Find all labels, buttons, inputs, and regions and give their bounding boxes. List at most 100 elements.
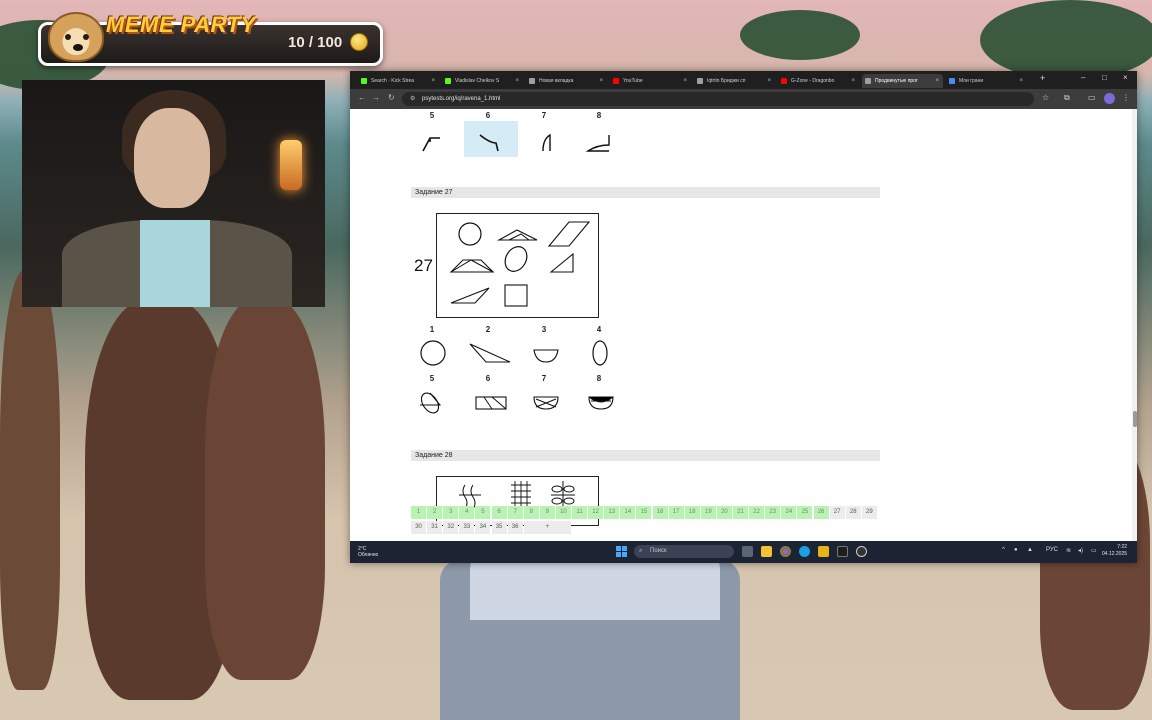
language-indicator[interactable]: РУС bbox=[1046, 547, 1058, 553]
app-icon[interactable] bbox=[818, 546, 829, 557]
question-nav-cell[interactable]: 25 bbox=[797, 506, 813, 519]
question-nav-cell[interactable]: 18 bbox=[684, 506, 700, 519]
question-nav-cell[interactable]: 6 bbox=[491, 506, 507, 519]
tray-chevron-icon[interactable]: ^ bbox=[1002, 547, 1005, 553]
question-nav-cell[interactable]: 27 bbox=[829, 506, 845, 519]
scrollbar-thumb[interactable] bbox=[1133, 411, 1137, 427]
tab-close-icon[interactable]: × bbox=[851, 74, 855, 88]
tab-close-icon[interactable]: × bbox=[431, 74, 435, 88]
question-nav-cell[interactable]: 8 bbox=[523, 506, 539, 519]
question-nav-cell[interactable]: 3 bbox=[443, 506, 459, 519]
question-nav-cell[interactable]: 28 bbox=[845, 506, 861, 519]
answer-option-5[interactable] bbox=[406, 121, 460, 157]
task-view-icon[interactable] bbox=[742, 546, 753, 557]
task-27-option-6[interactable] bbox=[462, 385, 516, 421]
question-nav-cell[interactable]: 15 bbox=[636, 506, 652, 519]
question-nav-cell[interactable]: 19 bbox=[700, 506, 716, 519]
sidebar-icon[interactable]: ▭ bbox=[1088, 93, 1096, 102]
menu-icon[interactable]: ⋮ bbox=[1122, 93, 1130, 102]
tray-app-icon[interactable]: ▲ bbox=[1027, 547, 1033, 553]
browser-tab[interactable]: Search · Kick Strea × bbox=[358, 74, 439, 88]
question-nav-cell[interactable]: 2 bbox=[427, 506, 443, 519]
answer-option-7[interactable] bbox=[520, 121, 574, 157]
question-nav-cell[interactable]: 13 bbox=[604, 506, 620, 519]
task-27-option-7[interactable] bbox=[518, 385, 572, 421]
maximize-button[interactable]: □ bbox=[1102, 73, 1107, 82]
task-27-option-3[interactable] bbox=[518, 336, 572, 372]
app-icon[interactable] bbox=[837, 546, 848, 557]
browser-tab[interactable]: Мои грани × bbox=[946, 74, 1027, 88]
edge-icon[interactable] bbox=[799, 546, 810, 557]
extensions-icon[interactable]: ⧉ bbox=[1064, 93, 1070, 103]
question-nav-cell[interactable]: 24 bbox=[781, 506, 797, 519]
forward-icon[interactable]: → bbox=[372, 93, 380, 102]
question-nav-cell[interactable]: 20 bbox=[716, 506, 732, 519]
windows-start-icon[interactable] bbox=[616, 546, 627, 557]
site-info-icon[interactable]: ⚙ bbox=[410, 92, 415, 106]
wifi-icon[interactable]: ≋ bbox=[1066, 547, 1071, 554]
question-nav-cell[interactable]: 17 bbox=[668, 506, 684, 519]
browser-tab[interactable]: Vladislav Chelkov S × bbox=[442, 74, 523, 88]
minimize-button[interactable]: – bbox=[1081, 73, 1085, 82]
question-nav-cell[interactable]: 9 bbox=[539, 506, 555, 519]
question-nav-cell[interactable]: 16 bbox=[652, 506, 668, 519]
question-nav-cell[interactable]: 21 bbox=[733, 506, 749, 519]
chrome-icon[interactable] bbox=[780, 546, 791, 557]
tab-close-icon[interactable]: × bbox=[515, 74, 519, 88]
question-nav-cell[interactable]: 33 bbox=[459, 521, 475, 534]
question-nav-cell[interactable]: 22 bbox=[749, 506, 765, 519]
question-nav-cell[interactable]: 10 bbox=[555, 506, 571, 519]
tab-close-icon[interactable]: × bbox=[683, 74, 687, 88]
question-nav-cell[interactable]: 1 bbox=[411, 506, 427, 519]
answer-option-6-selected[interactable] bbox=[464, 121, 518, 157]
volume-icon[interactable]: ◂) bbox=[1078, 547, 1083, 554]
task-27-option-2[interactable] bbox=[462, 336, 516, 372]
tab-label: Iqtrtin Бриджи сп bbox=[707, 78, 746, 84]
bookmark-star-icon[interactable]: ☆ bbox=[1042, 93, 1049, 102]
question-nav-cell[interactable]: 5 bbox=[475, 506, 491, 519]
question-nav-cell[interactable]: 23 bbox=[765, 506, 781, 519]
browser-tab[interactable]: YouTube × bbox=[610, 74, 691, 88]
tab-close-icon[interactable]: × bbox=[935, 74, 939, 88]
question-nav-cell[interactable]: 12 bbox=[588, 506, 604, 519]
tab-close-icon[interactable]: × bbox=[1019, 74, 1023, 88]
file-explorer-icon[interactable] bbox=[761, 546, 772, 557]
browser-tab[interactable]: G-Zone - Dragonbo × bbox=[778, 74, 859, 88]
question-nav-cell[interactable]: 29 bbox=[861, 506, 877, 519]
question-nav-cell[interactable]: 14 bbox=[620, 506, 636, 519]
task-27-option-5[interactable] bbox=[406, 385, 460, 421]
question-nav-cell[interactable]: 34 bbox=[475, 521, 491, 534]
battery-icon[interactable]: ▭ bbox=[1091, 547, 1097, 554]
address-bar[interactable]: ⚙ psytests.org/iq/ravena_1.html bbox=[402, 92, 1034, 106]
question-nav-cell[interactable]: 26 bbox=[813, 506, 829, 519]
browser-tab[interactable]: Iqtrtin Бриджи сп × bbox=[694, 74, 775, 88]
taskbar-search[interactable]: ⌕ Поиск bbox=[634, 545, 734, 558]
question-nav-cell[interactable]: 36 bbox=[507, 521, 523, 534]
question-nav-cell[interactable]: 30 bbox=[411, 521, 427, 534]
task-27-option-1[interactable] bbox=[406, 336, 460, 372]
question-nav-cell[interactable]: 31 bbox=[427, 521, 443, 534]
browser-tab[interactable]: Новая вкладка × bbox=[526, 74, 607, 88]
tray-app-icon[interactable]: ● bbox=[1014, 547, 1018, 553]
task-27-option-8[interactable] bbox=[573, 385, 627, 421]
back-icon[interactable]: ← bbox=[358, 93, 366, 102]
question-nav-cell[interactable]: + bbox=[523, 521, 571, 534]
weather-widget[interactable]: 2°C Облачно bbox=[358, 546, 378, 558]
new-tab-button[interactable]: + bbox=[1040, 73, 1045, 83]
browser-tab[interactable]: Продвинутые прог × bbox=[862, 74, 943, 88]
question-nav-cell[interactable]: 4 bbox=[459, 506, 475, 519]
profile-avatar[interactable] bbox=[1104, 93, 1115, 104]
question-nav-cell[interactable]: 7 bbox=[507, 506, 523, 519]
tab-close-icon[interactable]: × bbox=[767, 74, 771, 88]
page-scrollbar[interactable] bbox=[1132, 109, 1137, 541]
task-27-option-4[interactable] bbox=[573, 336, 627, 372]
system-clock[interactable]: 7:22 04.12.2025 bbox=[1102, 544, 1127, 558]
obs-icon[interactable] bbox=[856, 546, 867, 557]
tab-close-icon[interactable]: × bbox=[599, 74, 603, 88]
close-window-button[interactable]: × bbox=[1123, 73, 1128, 82]
reload-icon[interactable]: ↻ bbox=[388, 93, 395, 102]
answer-option-8[interactable] bbox=[575, 121, 629, 157]
question-nav-cell[interactable]: 11 bbox=[572, 506, 588, 519]
question-nav-cell[interactable]: 35 bbox=[491, 521, 507, 534]
question-nav-cell[interactable]: 32 bbox=[443, 521, 459, 534]
